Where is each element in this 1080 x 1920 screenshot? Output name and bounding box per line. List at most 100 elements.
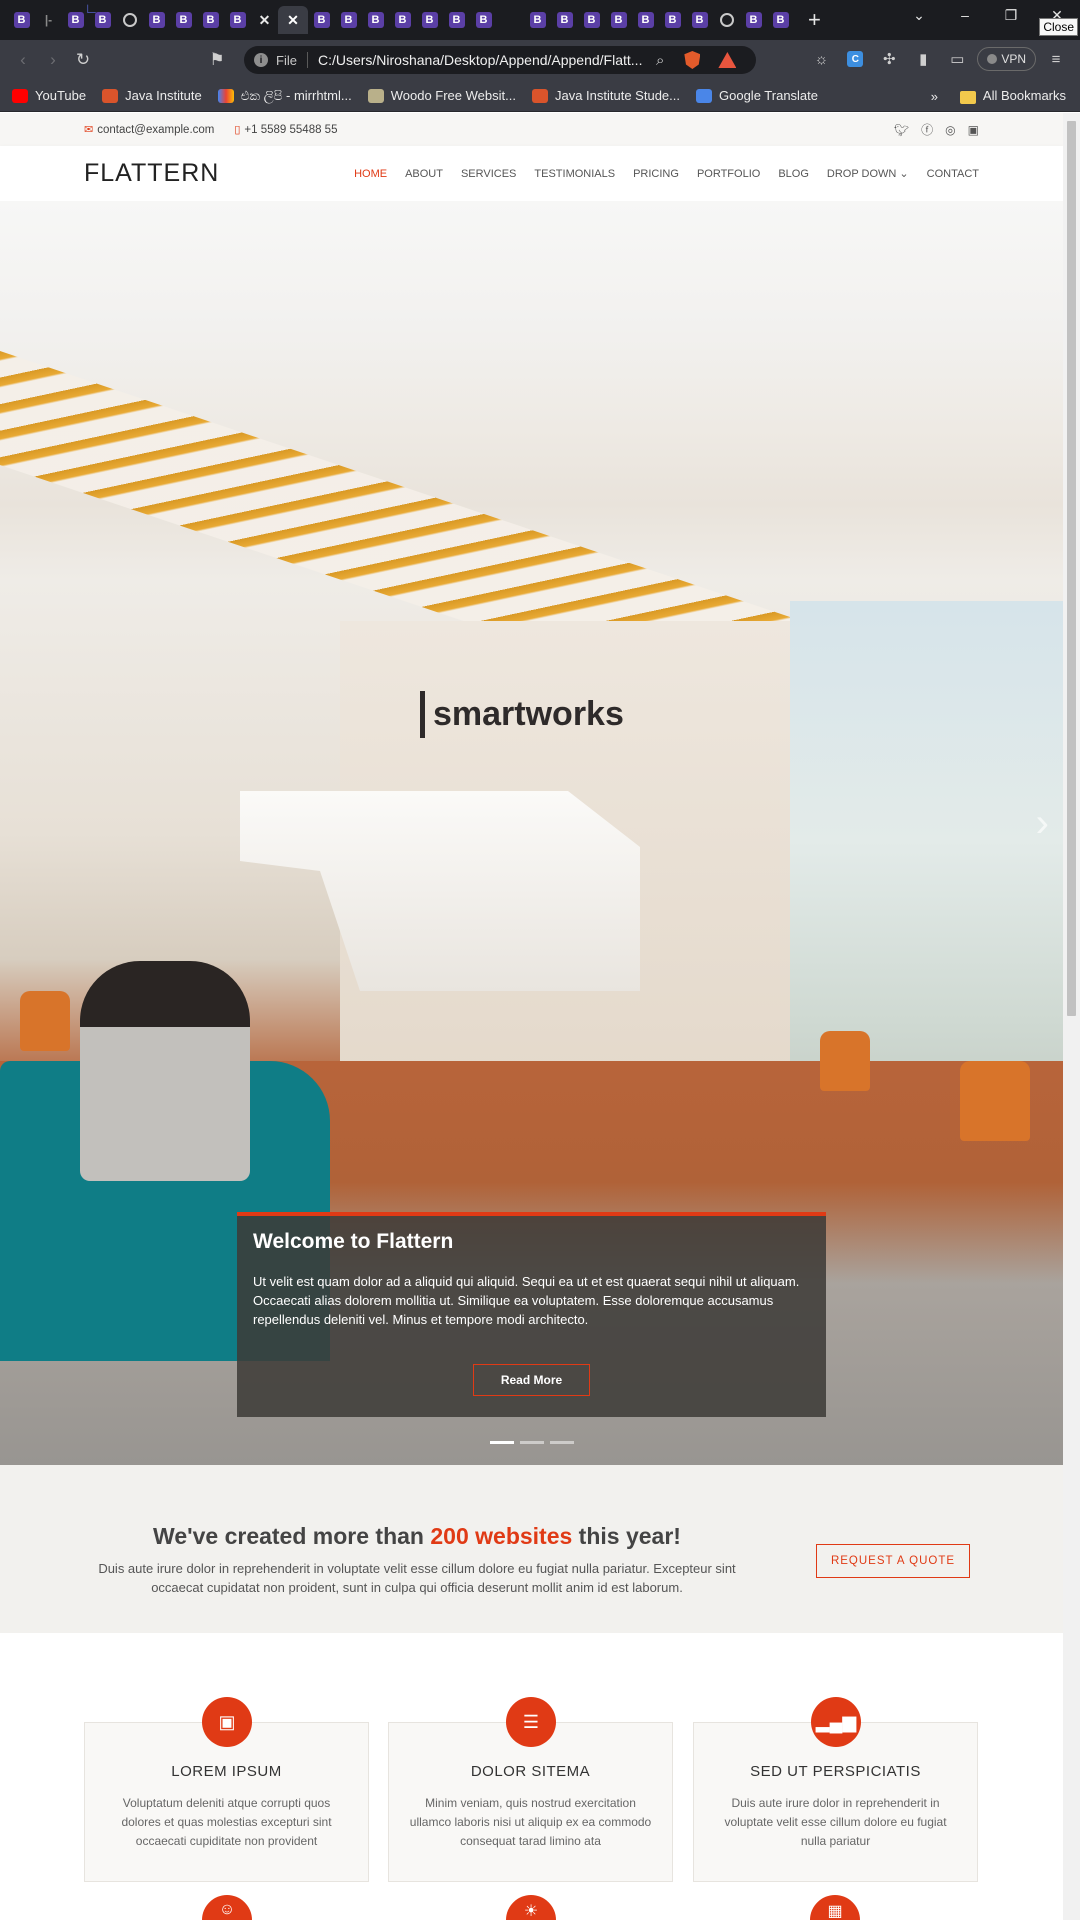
nav-about[interactable]: ABOUT xyxy=(405,168,443,180)
browser-tab[interactable]: B xyxy=(605,6,632,34)
read-more-button[interactable]: Read More xyxy=(473,1364,590,1396)
vpn-button[interactable]: VPN xyxy=(977,47,1036,71)
new-tab-button[interactable]: + xyxy=(808,9,821,31)
globe-icon xyxy=(122,13,137,27)
extension-c-icon[interactable]: C xyxy=(841,45,869,73)
browser-toolbar: ‹ › ↻ ⚑ i File C:/Users/Niroshana/Deskto… xyxy=(0,40,1080,101)
extensions-puzzle-icon[interactable]: ✣ xyxy=(875,45,903,73)
browser-tab[interactable]: B xyxy=(416,6,443,34)
web-page: ✉ contact@example.com ▯ +1 5589 55488 55 🐦… xyxy=(0,113,1063,1920)
sidebar-toggle-icon[interactable]: ▮ xyxy=(909,45,937,73)
twitter-icon[interactable]: 🐦︎ xyxy=(894,123,909,137)
browser-tab[interactable]: B xyxy=(767,6,794,34)
reload-button[interactable]: ↻ xyxy=(68,45,98,75)
slide-indicator[interactable] xyxy=(490,1441,514,1444)
site-info-icon[interactable]: i xyxy=(254,53,268,67)
page-scrollbar[interactable] xyxy=(1063,113,1080,1920)
site-logo-icon: ∟ xyxy=(84,0,100,16)
x-logo-icon: ✕ xyxy=(258,11,271,28)
browser-tab[interactable]: B xyxy=(308,6,335,34)
features-section: ▣ LOREM IPSUM Voluptatum deleniti atque … xyxy=(0,1633,1063,1920)
bar-chart-icon: ▂▄▆ xyxy=(811,1697,861,1747)
restore-button[interactable]: ❐ xyxy=(988,0,1034,30)
all-bookmarks-button[interactable]: All Bookmarks xyxy=(959,88,1066,104)
browser-tab[interactable]: B xyxy=(143,6,170,34)
bookmark-java-institute-student[interactable]: Java Institute Stude... xyxy=(531,88,680,103)
browser-tab[interactable]: B xyxy=(524,6,551,34)
linkedin-icon[interactable]: ▣ xyxy=(968,123,979,137)
browser-tab[interactable]: B xyxy=(551,6,578,34)
browser-tab[interactable]: B xyxy=(632,6,659,34)
back-button[interactable]: ‹ xyxy=(8,45,38,75)
nav-testimonials[interactable]: TESTIMONIALS xyxy=(534,168,615,180)
browser-tab[interactable]: ✕ xyxy=(251,6,278,34)
phone-text: +1 5589 55488 55 xyxy=(244,124,338,136)
feature-title: LOREM IPSUM xyxy=(171,1763,282,1780)
nav-home[interactable]: HOME xyxy=(354,168,387,180)
browser-tab[interactable]: B xyxy=(170,6,197,34)
browser-tab[interactable]: B xyxy=(197,6,224,34)
bookmark-label: Woodo Free Websit... xyxy=(390,88,516,103)
bookmark-youtube[interactable]: YouTube xyxy=(12,88,86,103)
bootstrap-icon: B xyxy=(691,12,708,28)
next-slide-icon[interactable]: › xyxy=(1036,801,1049,846)
nav-services[interactable]: SERVICES xyxy=(461,168,516,180)
browser-tab[interactable]: B xyxy=(470,6,497,34)
scrollbar-thumb[interactable] xyxy=(1067,121,1076,1016)
bootstrap-icon: B xyxy=(13,12,30,28)
bookmark-page-button[interactable]: ⚑ xyxy=(202,45,232,75)
nav-contact[interactable]: CONTACT xyxy=(927,168,979,180)
nav-pricing[interactable]: PRICING xyxy=(633,168,679,180)
leo-ai-icon[interactable]: ☼ xyxy=(807,45,835,73)
hero-image-chair xyxy=(820,1031,870,1091)
cta-section: We've created more than 200 websites thi… xyxy=(0,1465,1063,1633)
slide-indicator[interactable] xyxy=(550,1441,574,1444)
browser-tab[interactable]: B xyxy=(362,6,389,34)
browser-tab[interactable] xyxy=(713,6,740,34)
bookmark-gmail[interactable]: එක ලිපි - mirrhtml... xyxy=(217,88,352,104)
brave-shields-icon[interactable] xyxy=(684,51,701,69)
facebook-icon[interactable]: ⓕ xyxy=(921,121,933,138)
bookmark-woodo[interactable]: Woodo Free Websit... xyxy=(367,88,516,103)
bookmark-google-translate[interactable]: Google Translate xyxy=(696,88,818,103)
browser-tab[interactable]: B xyxy=(224,6,251,34)
wallet-icon[interactable]: ▭ xyxy=(943,45,971,73)
zoom-icon[interactable]: ⌕ xyxy=(656,52,664,69)
browser-tab[interactable]: B xyxy=(389,6,416,34)
nav-portfolio[interactable]: PORTFOLIO xyxy=(697,168,760,180)
browser-tab[interactable]: B xyxy=(740,6,767,34)
instagram-icon[interactable]: ◎ xyxy=(945,123,955,137)
envelope-icon: ✉ xyxy=(84,124,94,136)
bootstrap-icon: B xyxy=(475,12,492,28)
bookmarks-overflow-button[interactable]: » xyxy=(931,89,938,104)
request-quote-button[interactable]: REQUEST A QUOTE xyxy=(816,1544,970,1578)
browser-tab[interactable]: ∟ xyxy=(85,0,524,34)
nav-dropdown[interactable]: DROP DOWN ⌄ xyxy=(827,167,909,180)
browser-tab[interactable]: B xyxy=(335,6,362,34)
tab-search-button[interactable]: ⌄ xyxy=(896,0,942,30)
slide-indicator[interactable] xyxy=(520,1441,544,1444)
url-text[interactable]: C:/Users/Niroshana/Desktop/Append/Append… xyxy=(318,52,648,68)
address-bar[interactable]: i File C:/Users/Niroshana/Desktop/Append… xyxy=(244,46,756,74)
browser-tab[interactable] xyxy=(116,6,143,34)
feature-card: ▣ LOREM IPSUM Voluptatum deleniti atque … xyxy=(84,1697,369,1882)
forward-button[interactable]: › xyxy=(38,45,68,75)
menu-icon[interactable]: ≡ xyxy=(1042,45,1070,73)
browser-tab[interactable]: B xyxy=(659,6,686,34)
browser-tab[interactable]: |- xyxy=(35,6,62,34)
browser-tab[interactable]: B xyxy=(686,6,713,34)
brave-rewards-icon[interactable] xyxy=(718,52,737,68)
feature-title: DOLOR SITEMA xyxy=(470,1763,591,1780)
active-tab[interactable]: ✕ xyxy=(278,6,308,34)
site-logo[interactable]: FLATTERN xyxy=(84,146,219,201)
browser-tab[interactable]: B xyxy=(8,6,35,34)
hero-caption: Welcome to Flattern Ut velit est quam do… xyxy=(237,1212,826,1417)
browser-tab[interactable]: B xyxy=(578,6,605,34)
bookmark-label: Google Translate xyxy=(719,88,819,103)
phone-link[interactable]: ▯ +1 5589 55488 55 xyxy=(234,123,337,136)
email-link[interactable]: ✉ contact@example.com xyxy=(84,123,214,136)
bookmark-java-institute[interactable]: Java Institute xyxy=(102,88,202,103)
browser-tab[interactable]: B xyxy=(443,6,470,34)
nav-blog[interactable]: BLOG xyxy=(778,168,809,180)
minimize-button[interactable]: – xyxy=(942,0,988,30)
